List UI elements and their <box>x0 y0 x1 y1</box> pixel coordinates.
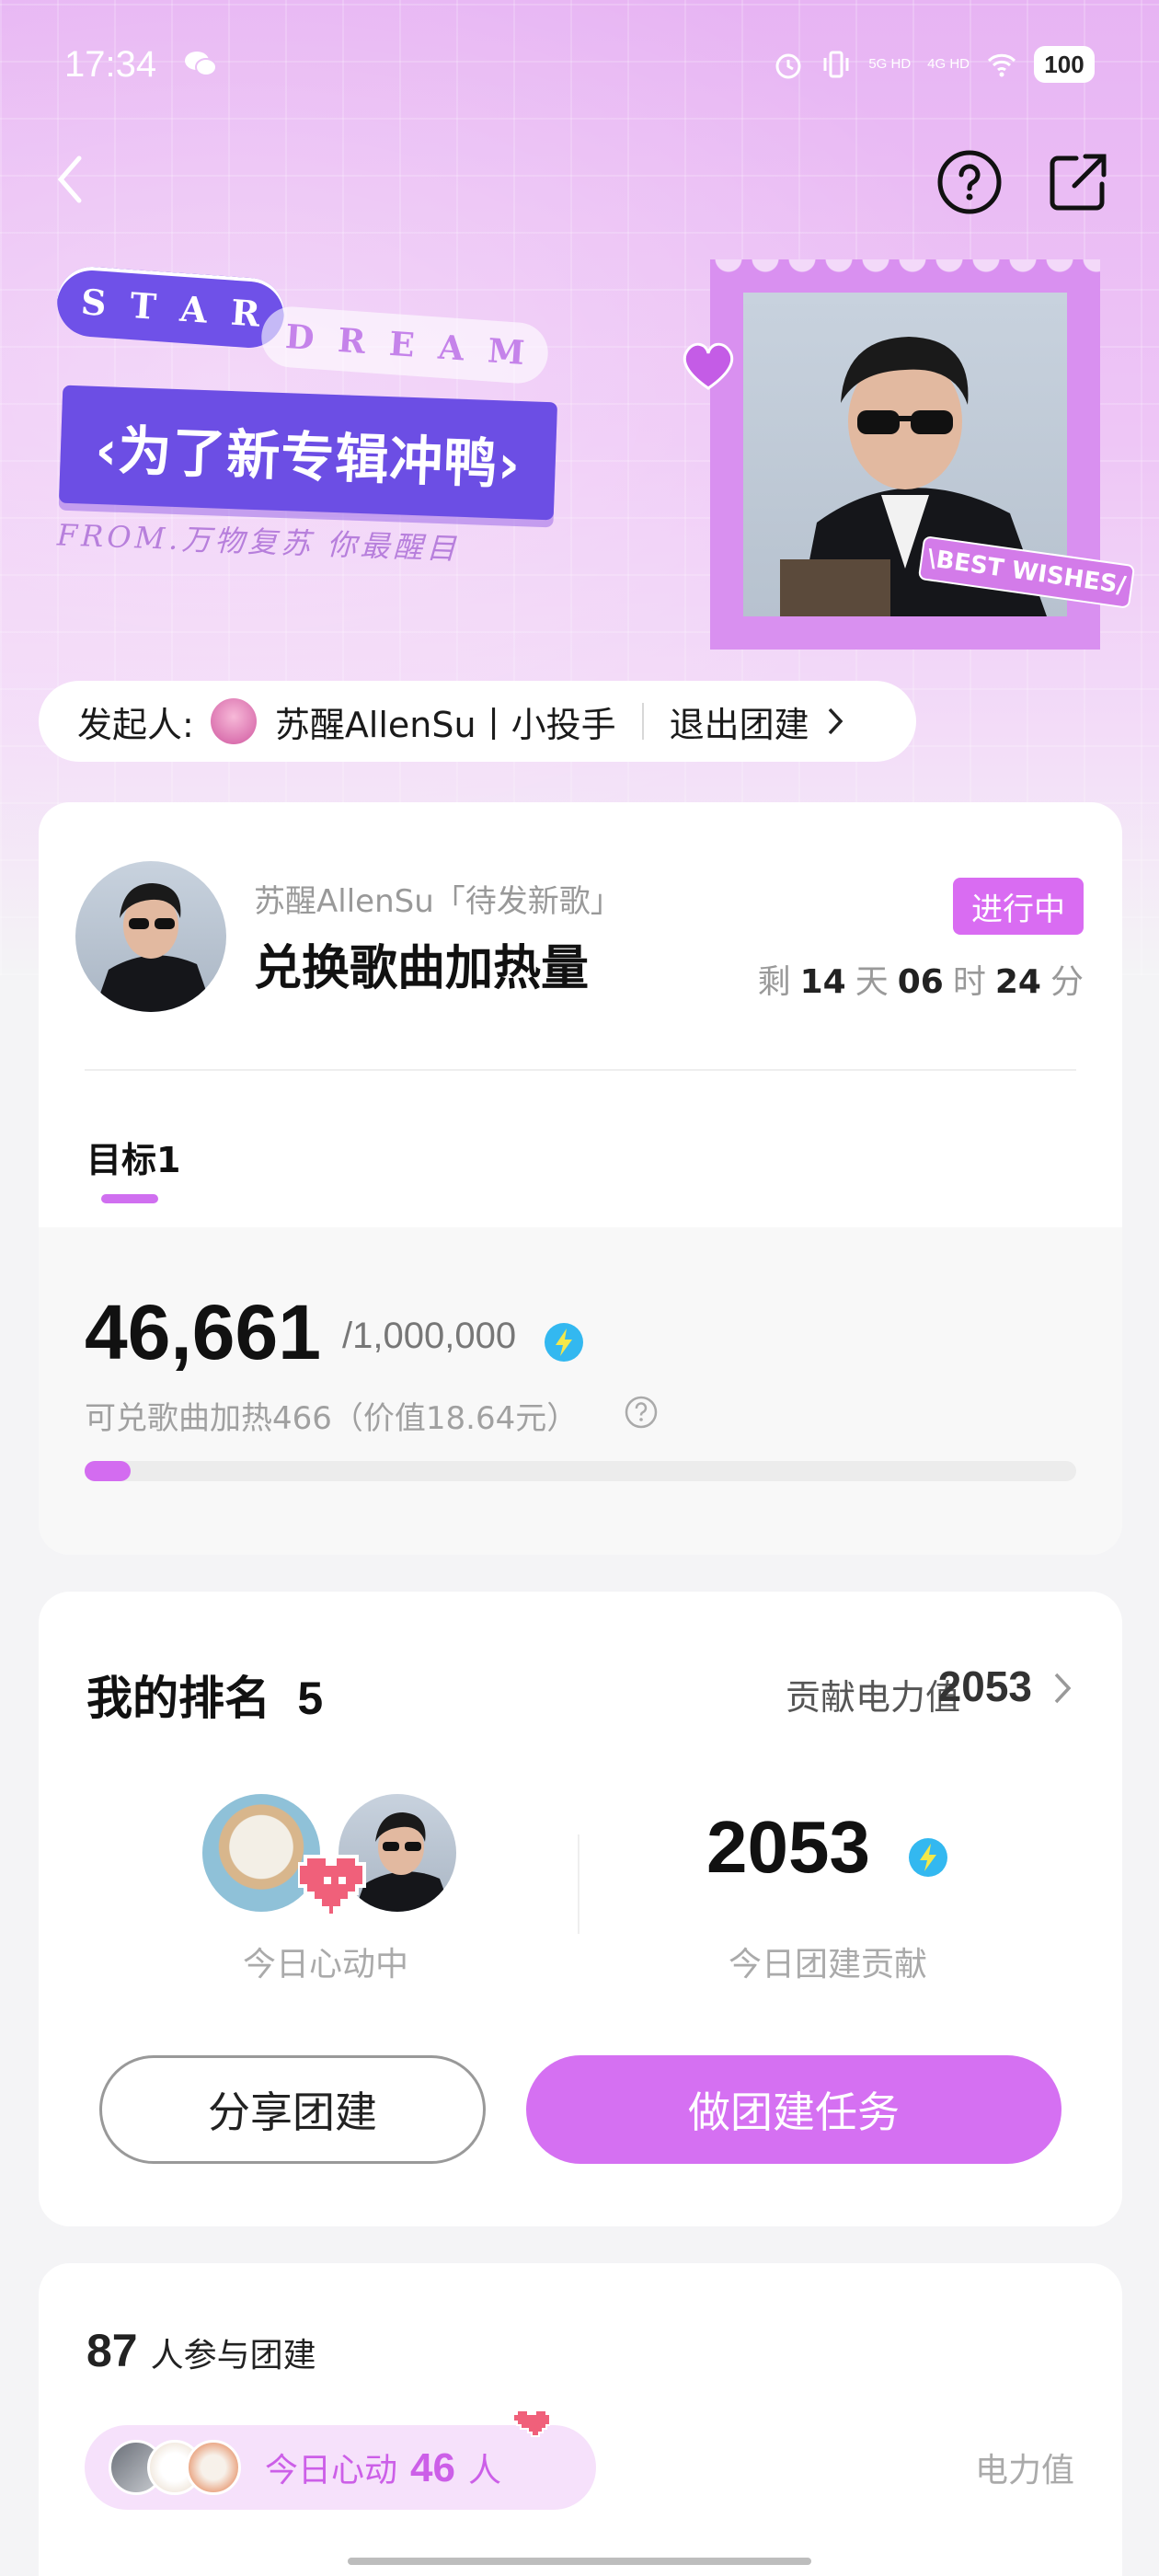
campaign-card: 苏醒AllenSu「待发新歌」 兑换歌曲加热量 进行中 剩 14 天 06 时 … <box>39 802 1122 1555</box>
share-external-icon[interactable] <box>1045 149 1111 215</box>
countdown: 剩 14 天 06 时 24 分 <box>758 955 1084 1003</box>
star-letter: A <box>178 287 209 331</box>
chevron-right-icon[interactable] <box>826 706 844 737</box>
share-team-button[interactable]: 分享团建 <box>99 2055 486 2164</box>
divider <box>641 703 644 740</box>
countdown-minutes: 24 <box>994 963 1041 1001</box>
lightning-icon <box>909 1838 947 1877</box>
progress-panel: 46,661 /1,000,000 可兑歌曲加热466（价值18.64元） <box>39 1227 1122 1555</box>
countdown-days-unit: 天 <box>855 963 889 1001</box>
initiator-avatar[interactable] <box>210 698 257 744</box>
dream-letter: E <box>387 324 417 365</box>
dream-letter: R <box>336 320 367 362</box>
alarm-icon <box>775 53 801 79</box>
status-time: 17:34 <box>64 44 157 85</box>
countdown-hours-unit: 时 <box>952 963 986 1001</box>
star-letter: S <box>79 280 109 324</box>
participants-label: 人参与团建 <box>150 2337 316 2375</box>
tab-target-1[interactable]: 目标1 <box>86 1132 180 1182</box>
battery-indicator: 100 <box>1034 46 1095 83</box>
wechat-icon <box>185 52 217 76</box>
countdown-prefix: 剩 <box>757 963 791 1001</box>
divider <box>578 1834 580 1934</box>
participants-card: 87 人参与团建 今日心动 46 人 电力值 <box>39 2263 1122 2576</box>
heart-icon <box>513 2409 550 2437</box>
lightning-icon <box>545 1323 583 1362</box>
campaign-banner-title: ‹为了新专辑冲鸭› <box>58 385 558 521</box>
help-icon[interactable] <box>936 149 1003 215</box>
ranking-title: 我的排名 <box>86 1672 270 1725</box>
tab-active-indicator <box>101 1194 158 1203</box>
contribution-value[interactable]: 2053 <box>938 1662 1032 1711</box>
today-heart-prefix: 今日心动 <box>265 2452 398 2490</box>
heart-decoration-icon <box>683 342 734 390</box>
star-letter: R <box>229 291 262 335</box>
wifi-icon <box>987 53 1016 77</box>
dream-letter: D <box>283 316 316 359</box>
dream-letter: A <box>437 328 465 369</box>
initiator-label: 发起人: <box>77 704 194 745</box>
today-contribution-value: 2053 <box>706 1806 870 1888</box>
banner-title-text: ‹为了新专辑冲鸭› <box>94 418 522 497</box>
contribution-label[interactable]: 贡献电力值 <box>786 1669 960 1719</box>
dream-letter: M <box>486 331 526 374</box>
network-4g: 4G HD <box>927 56 970 72</box>
progress-description: 可兑歌曲加热466（价值18.64元） <box>85 1400 579 1437</box>
avatar-stack <box>109 2440 241 2495</box>
help-icon[interactable] <box>624 1395 659 1430</box>
today-heart-count: 46 <box>410 2445 455 2490</box>
countdown-minutes-unit: 分 <box>1050 963 1084 1001</box>
network-5g: 5G HD <box>868 56 912 72</box>
exit-team-button[interactable]: 退出团建 <box>670 696 809 747</box>
song-artist: 苏醒AllenSu「待发新歌」 <box>254 883 622 920</box>
vibrate-icon <box>823 51 849 78</box>
campaign-title: 兑换歌曲加热量 <box>254 941 590 996</box>
team-task-button[interactable]: 做团建任务 <box>526 2055 1061 2164</box>
status-badge: 进行中 <box>953 878 1084 935</box>
back-arrow-icon[interactable] <box>48 147 94 212</box>
participants-number: 87 <box>86 2325 138 2376</box>
progress-goal: /1,000,000 <box>342 1316 517 1356</box>
star-letter: T <box>128 283 158 328</box>
participants-count: 87 人参与团建 <box>86 2324 316 2377</box>
heart-label: 今日心动中 <box>243 1946 409 1984</box>
initiator-bar: 发起人: 苏醒AllenSu丨小投手 退出团建 <box>39 681 916 762</box>
initiator-name[interactable]: 苏醒AllenSu丨小投手 <box>275 696 616 747</box>
song-cover-avatar[interactable] <box>75 861 226 1012</box>
chevron-right-icon[interactable] <box>1052 1671 1073 1706</box>
home-indicator[interactable] <box>348 2558 811 2565</box>
power-value-label: 电力值 <box>974 2452 1074 2490</box>
progress-value: 46,661 <box>85 1289 321 1375</box>
today-heart-text: 今日心动 46 人 <box>265 2444 501 2491</box>
divider <box>85 1069 1076 1071</box>
ranking-card: 我的排名 5 贡献电力值 2053 今日心动中 2053 今日团建贡献 分享团建… <box>39 1592 1122 2226</box>
avatar-illustration <box>94 883 213 1012</box>
countdown-hours: 06 <box>897 963 944 1001</box>
ranking-number: 5 <box>297 1673 324 1724</box>
today-contribution-label: 今日团建贡献 <box>729 1946 928 1984</box>
pixel-heart-icon <box>298 1855 366 1915</box>
progress-bar-fill <box>85 1461 132 1481</box>
avatar <box>186 2440 241 2495</box>
my-ranking: 我的排名 5 <box>86 1662 323 1728</box>
today-heart-suffix: 人 <box>467 2452 501 2490</box>
status-bar: 17:34 5G HD 4G HD 100 <box>0 37 1159 101</box>
countdown-days: 14 <box>799 963 846 1001</box>
progress-bar-track <box>85 1461 1076 1481</box>
